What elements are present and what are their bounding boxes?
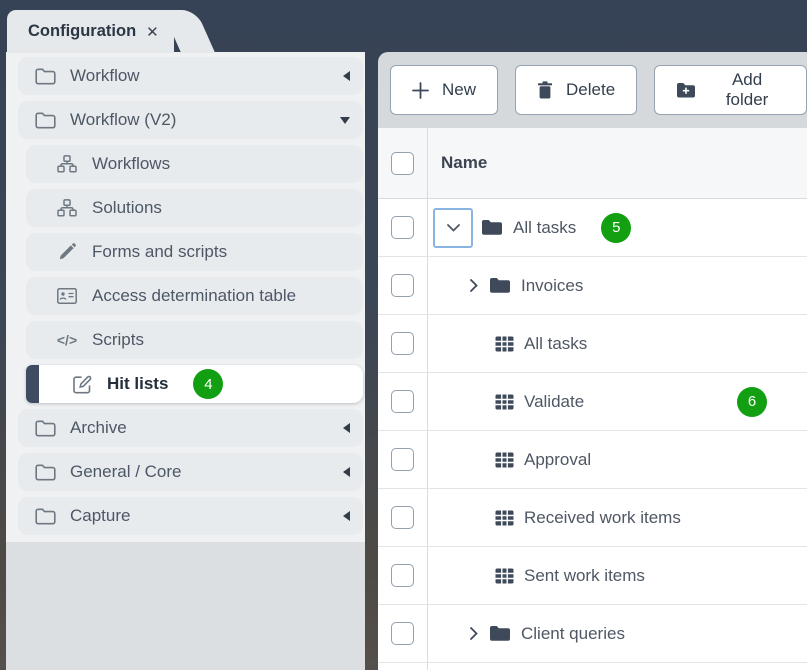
- step-badge-4: 4: [193, 369, 224, 399]
- folder-icon: [33, 464, 57, 481]
- sidebar-item-label: Hit lists: [107, 374, 169, 393]
- row-checkbox[interactable]: [391, 622, 414, 645]
- grid-icon: [495, 510, 514, 526]
- table-row-validate[interactable]: Validate 6: [378, 373, 807, 431]
- plus-icon: [412, 81, 429, 99]
- table-row-all-tasks[interactable]: All tasks: [378, 315, 807, 373]
- row-checkbox[interactable]: [391, 506, 414, 529]
- sidebar-item-label: Archive: [70, 418, 127, 437]
- row-label: All tasks: [524, 333, 588, 353]
- name-column-header: Name: [441, 153, 488, 172]
- sidebar-item-label: Workflow: [70, 66, 140, 85]
- table-row-all-tasks-folder[interactable]: All tasks 5: [378, 199, 807, 257]
- row-label: Received work items: [524, 507, 681, 527]
- table-row-approval[interactable]: Approval: [378, 431, 807, 489]
- grid-icon: [495, 336, 514, 352]
- new-button[interactable]: New: [390, 65, 499, 115]
- sidebar-item-label: Solutions: [92, 198, 162, 217]
- grid-icon: [495, 452, 514, 468]
- delete-button[interactable]: Delete: [515, 65, 638, 115]
- sidebar-item-label: Workflows: [92, 154, 171, 173]
- delete-button-label: Delete: [566, 80, 616, 99]
- sidebar-item-forms-and-scripts[interactable]: Forms and scripts: [26, 233, 363, 271]
- contact-card-icon: [55, 288, 79, 304]
- sidebar-item-label: General / Core: [70, 462, 182, 481]
- chevron-left-icon: [343, 511, 350, 521]
- sidebar-item-access-determination-table[interactable]: Access determination table: [26, 277, 363, 315]
- chevron-down-icon: [340, 116, 350, 124]
- code-icon: </>: [56, 332, 78, 348]
- folder-filled-icon: [481, 219, 503, 236]
- sidebar: Workflow Workflow (V2) Workflows Solutio…: [6, 52, 365, 670]
- sidebar-item-label: Workflow (V2): [70, 110, 177, 129]
- edit-icon: [70, 374, 94, 395]
- folder-icon: [33, 68, 57, 85]
- row-label: Validate: [524, 391, 585, 411]
- row-label: All tasks: [513, 217, 577, 237]
- sidebar-item-workflow-v2[interactable]: Workflow (V2): [18, 101, 363, 139]
- collapse-expander-button[interactable]: [433, 207, 473, 248]
- hit-lists-table: Name All tasks 5 Invoices All tasks Vali…: [378, 128, 807, 670]
- sidebar-item-general-core[interactable]: General / Core: [18, 453, 363, 491]
- folder-icon: [33, 420, 57, 437]
- chevron-right-icon[interactable]: [470, 279, 478, 292]
- sidebar-item-archive[interactable]: Archive: [18, 409, 363, 447]
- table-row-received-work-items[interactable]: Received work items: [378, 489, 807, 547]
- sidebar-nav-list: Workflow Workflow (V2) Workflows Solutio…: [6, 52, 365, 542]
- toolbar: New Delete Add folder: [378, 52, 807, 128]
- select-all-checkbox[interactable]: [391, 151, 414, 175]
- folder-icon: [33, 112, 57, 129]
- sidebar-item-label: Forms and scripts: [92, 242, 228, 261]
- chevron-left-icon: [343, 467, 350, 477]
- hierarchy-icon: [55, 199, 79, 217]
- row-checkbox[interactable]: [391, 448, 414, 471]
- tab-title: Configuration: [28, 22, 137, 40]
- folder-filled-icon: [489, 625, 511, 642]
- row-checkbox[interactable]: [391, 332, 414, 355]
- folder-plus-icon: [676, 82, 696, 99]
- chevron-left-icon: [343, 423, 350, 433]
- selection-accent-bar: [26, 365, 39, 403]
- row-label: Sent work items: [524, 565, 645, 585]
- sidebar-item-label: Capture: [70, 506, 131, 525]
- sidebar-item-capture[interactable]: Capture: [18, 497, 363, 535]
- tab-configuration[interactable]: Configuration ✕: [7, 10, 174, 53]
- table-row-invoices[interactable]: Invoices: [378, 257, 807, 315]
- grid-icon: [495, 568, 514, 584]
- chevron-right-icon[interactable]: [470, 627, 478, 640]
- row-label: Approval: [524, 449, 592, 469]
- row-checkbox[interactable]: [391, 564, 414, 587]
- table-row-client-queries[interactable]: Client queries: [378, 605, 807, 663]
- sidebar-item-workflows[interactable]: Workflows: [26, 145, 363, 183]
- step-badge-5: 5: [601, 212, 632, 243]
- sidebar-item-scripts[interactable]: </> Scripts: [26, 321, 363, 359]
- sidebar-item-workflow[interactable]: Workflow: [18, 57, 363, 95]
- main-panel: New Delete Add folder Name All tasks 5 I…: [378, 52, 807, 670]
- table-row-sent-work-items[interactable]: Sent work items: [378, 547, 807, 605]
- chevron-left-icon: [343, 71, 350, 81]
- add-folder-button-label: Add folder: [725, 70, 769, 109]
- trash-icon: [537, 81, 553, 99]
- header-checkbox-cell: [378, 128, 428, 198]
- row-checkbox[interactable]: [391, 216, 414, 239]
- grid-icon: [495, 394, 514, 410]
- sidebar-item-hit-lists[interactable]: Hit lists 4: [26, 365, 363, 403]
- folder-filled-icon: [489, 277, 511, 294]
- step-badge-6: 6: [737, 386, 767, 417]
- row-label: Invoices: [521, 275, 584, 295]
- row-checkbox[interactable]: [391, 274, 414, 297]
- sidebar-item-label: Scripts: [92, 330, 144, 349]
- add-folder-button[interactable]: Add folder: [654, 65, 807, 115]
- sidebar-item-label: Access determination table: [92, 286, 297, 305]
- folder-icon: [33, 508, 57, 525]
- table-header: Name: [378, 128, 807, 199]
- row-checkbox[interactable]: [391, 390, 414, 413]
- pencil-icon: [55, 243, 79, 261]
- hierarchy-icon: [55, 155, 79, 173]
- new-button-label: New: [442, 80, 477, 99]
- row-label: Client queries: [521, 623, 625, 643]
- tab-close-icon[interactable]: ✕: [146, 23, 159, 41]
- sidebar-item-solutions[interactable]: Solutions: [26, 189, 363, 227]
- table-row-partial: [378, 663, 807, 670]
